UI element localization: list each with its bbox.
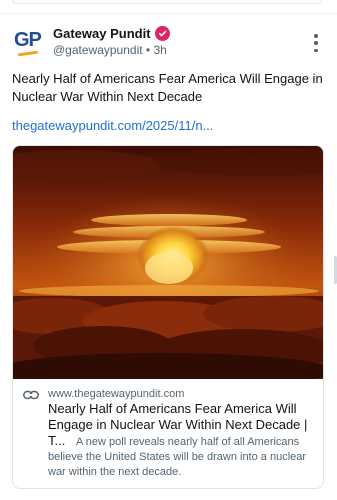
author-name[interactable]: Gateway Pundit [53, 26, 151, 41]
avatar[interactable]: GP [12, 26, 44, 58]
link-preview-card[interactable]: www.thegatewaypundit.com Nearly Half of … [12, 145, 324, 489]
verified-badge-icon [154, 26, 170, 41]
post-text: Nearly Half of Americans Fear America Wi… [12, 71, 323, 104]
post-divider [0, 13, 337, 14]
author-handle[interactable]: @gatewaypundit [53, 43, 143, 57]
more-options-button[interactable] [310, 34, 322, 52]
post-time[interactable]: 3h [153, 43, 166, 57]
card-image [13, 146, 323, 379]
handle-separator: • [145, 43, 151, 57]
previous-card-edge [12, 0, 322, 4]
handle-line: @gatewaypundit • 3h [53, 43, 170, 57]
card-description: A new poll reveals nearly half of all Am… [48, 436, 307, 478]
more-dot-icon [314, 48, 318, 52]
post-header: GP Gateway Pundit @gatewaypundit • 3h [12, 26, 326, 60]
more-dot-icon [314, 34, 318, 38]
post-link[interactable]: thegatewaypundit.com/2025/11/n... [12, 118, 213, 133]
link-icon [23, 390, 39, 400]
card-domain: www.thegatewaypundit.com [48, 388, 185, 400]
author-block: Gateway Pundit @gatewaypundit • 3h [53, 26, 170, 57]
card-meta: www.thegatewaypundit.com Nearly Half of … [13, 379, 323, 488]
avatar-initials: GP [14, 29, 42, 51]
author-line: Gateway Pundit [53, 26, 170, 41]
more-dot-icon [314, 41, 318, 45]
